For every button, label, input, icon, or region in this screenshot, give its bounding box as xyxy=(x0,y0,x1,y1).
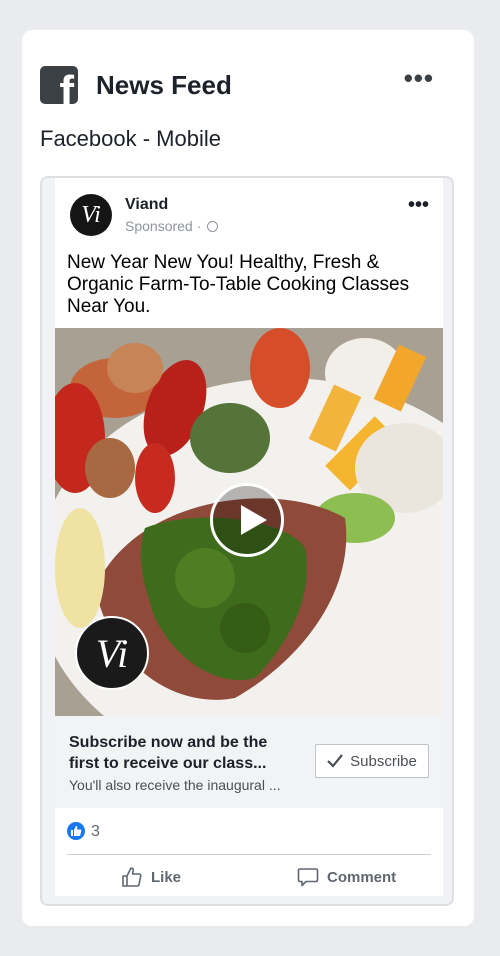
more-options-button[interactable]: ••• xyxy=(404,65,434,91)
post-video[interactable]: Vi xyxy=(55,328,443,716)
sponsored-post: Vi Viand Sponsored · ••• New Year New Yo… xyxy=(55,178,443,896)
subscribe-label: Subscribe xyxy=(350,752,417,770)
comment-button[interactable]: Comment xyxy=(297,864,396,890)
avatar[interactable]: Vi xyxy=(70,194,112,236)
placement-label: Facebook - Mobile xyxy=(40,126,221,151)
checkmark-icon xyxy=(327,754,343,768)
like-reaction-icon xyxy=(67,822,85,840)
brand-logo: Vi xyxy=(75,616,149,690)
reaction-count: 3 xyxy=(91,823,100,840)
comment-icon xyxy=(297,868,319,887)
sponsored-text: Sponsored · xyxy=(125,218,202,234)
comment-label: Comment xyxy=(327,868,397,886)
post-more-button[interactable]: ••• xyxy=(408,194,429,217)
post-text: New Year New You! Healthy, Fresh & Organ… xyxy=(67,252,410,317)
like-label: Like xyxy=(151,868,182,886)
globe-icon xyxy=(207,221,219,232)
sponsored-label: Sponsored · xyxy=(125,218,219,234)
divider xyxy=(67,854,431,855)
cta-description: You'll also receive the inaugural ... xyxy=(69,777,281,793)
like-button[interactable]: Like xyxy=(121,864,181,890)
ad-preview-card: f News Feed ••• Facebook - Mobile Vi Via… xyxy=(22,30,474,926)
thumbs-up-icon xyxy=(122,867,142,887)
reaction-summary[interactable]: 3 xyxy=(67,822,100,842)
call-to-action-bar[interactable]: Subscribe now and be the first to receiv… xyxy=(55,716,443,808)
subscribe-button[interactable]: Subscribe xyxy=(315,744,429,778)
card-header: f News Feed ••• xyxy=(40,65,456,106)
play-icon[interactable] xyxy=(210,483,284,557)
mobile-preview-frame: Vi Viand Sponsored · ••• New Year New Yo… xyxy=(40,176,454,906)
facebook-icon: f xyxy=(40,66,78,104)
cta-headline: Subscribe now and be the first to receiv… xyxy=(69,734,268,772)
page-title: News Feed xyxy=(96,70,232,100)
author-name[interactable]: Viand xyxy=(125,196,168,214)
